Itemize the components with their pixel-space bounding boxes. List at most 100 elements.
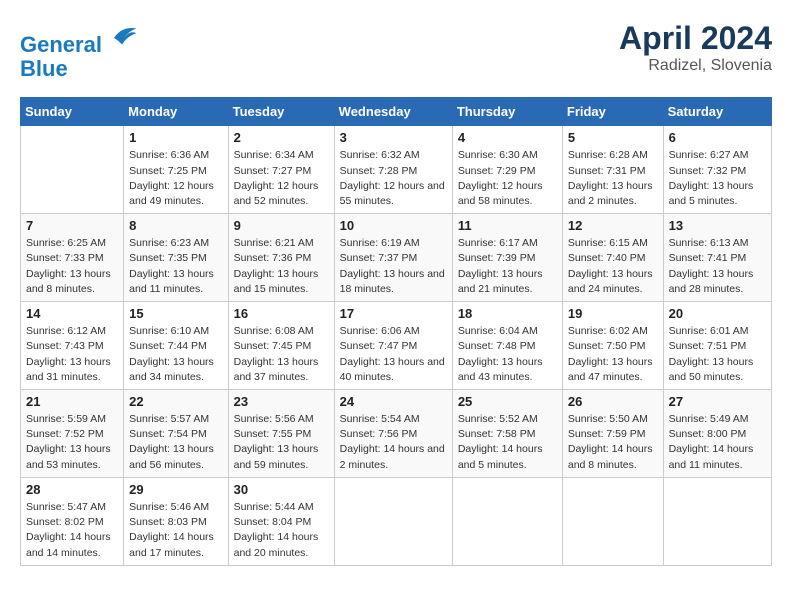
logo-bird-icon — [106, 20, 138, 52]
calendar-table: SundayMondayTuesdayWednesdayThursdayFrid… — [20, 97, 772, 565]
calendar-cell: 8Sunrise: 6:23 AMSunset: 7:35 PMDaylight… — [124, 214, 228, 302]
day-number: 6 — [669, 130, 766, 145]
day-number: 4 — [458, 130, 557, 145]
day-info: Sunrise: 6:13 AMSunset: 7:41 PMDaylight:… — [669, 236, 766, 297]
calendar-header-row: SundayMondayTuesdayWednesdayThursdayFrid… — [21, 98, 772, 126]
calendar-cell: 21 Sunrise: 5:59 AMSunset: 7:52 PMDayligh… — [21, 390, 124, 478]
day-info: Sunrise: 5:47 AMSunset: 8:02 PMDaylight:… — [26, 500, 118, 561]
day-number: 28 — [26, 482, 118, 497]
calendar-cell: 28 Sunrise: 5:47 AMSunset: 8:02 PMDayligh… — [21, 477, 124, 565]
calendar-cell: 7 Sunrise: 6:25 AMSunset: 7:33 PMDaylight… — [21, 214, 124, 302]
calendar-cell — [334, 477, 452, 565]
calendar-cell: 13 Sunrise: 6:13 AMSunset: 7:41 PMDayligh… — [663, 214, 771, 302]
day-number: 20 — [669, 306, 766, 321]
day-info: Sunrise: 6:12 AMSunset: 7:43 PMDaylight:… — [26, 324, 118, 385]
day-number: 15 — [129, 306, 222, 321]
day-info: Sunrise: 6:02 AMSunset: 7:50 PMDaylight:… — [568, 324, 658, 385]
calendar-week-row: 28 Sunrise: 5:47 AMSunset: 8:02 PMDayligh… — [21, 477, 772, 565]
day-info: Sunrise: 5:50 AMSunset: 7:59 PMDaylight:… — [568, 412, 658, 473]
day-info: Sunrise: 6:32 AMSunset: 7:28 PMDaylight:… — [340, 148, 447, 209]
day-info: Sunrise: 5:54 AMSunset: 7:56 PMDaylight:… — [340, 412, 447, 473]
calendar-cell: 20 Sunrise: 6:01 AMSunset: 7:51 PMDayligh… — [663, 302, 771, 390]
day-info: Sunrise: 6:19 AMSunset: 7:37 PMDaylight:… — [340, 236, 447, 297]
calendar-cell: 10 Sunrise: 6:19 AMSunset: 7:37 PMDayligh… — [334, 214, 452, 302]
calendar-cell: 3Sunrise: 6:32 AMSunset: 7:28 PMDaylight… — [334, 126, 452, 214]
logo: General Blue — [20, 20, 138, 81]
calendar-cell: 22Sunrise: 5:57 AMSunset: 7:54 PMDayligh… — [124, 390, 228, 478]
calendar-cell: 2 Sunrise: 6:34 AMSunset: 7:27 PMDaylight… — [228, 126, 334, 214]
day-info: Sunrise: 5:56 AMSunset: 7:55 PMDaylight:… — [234, 412, 329, 473]
day-info: Sunrise: 5:59 AMSunset: 7:52 PMDaylight:… — [26, 412, 118, 473]
day-number: 5 — [568, 130, 658, 145]
calendar-cell: 27 Sunrise: 5:49 AMSunset: 8:00 PMDayligh… — [663, 390, 771, 478]
calendar-cell: 19 Sunrise: 6:02 AMSunset: 7:50 PMDayligh… — [562, 302, 663, 390]
weekday-header: Thursday — [452, 98, 562, 126]
calendar-cell: 18Sunrise: 6:04 AMSunset: 7:48 PMDayligh… — [452, 302, 562, 390]
day-number: 10 — [340, 218, 447, 233]
weekday-header: Tuesday — [228, 98, 334, 126]
day-info: Sunrise: 5:49 AMSunset: 8:00 PMDaylight:… — [669, 412, 766, 473]
calendar-cell: 12 Sunrise: 6:15 AMSunset: 7:40 PMDayligh… — [562, 214, 663, 302]
day-info: Sunrise: 6:34 AMSunset: 7:27 PMDaylight:… — [234, 148, 329, 209]
day-number: 1 — [129, 130, 222, 145]
calendar-week-row: 14 Sunrise: 6:12 AMSunset: 7:43 PMDayligh… — [21, 302, 772, 390]
calendar-cell: 17Sunrise: 6:06 AMSunset: 7:47 PMDayligh… — [334, 302, 452, 390]
day-number: 29 — [129, 482, 222, 497]
day-number: 14 — [26, 306, 118, 321]
day-number: 11 — [458, 218, 557, 233]
weekday-header: Monday — [124, 98, 228, 126]
weekday-header: Sunday — [21, 98, 124, 126]
calendar-cell: 6 Sunrise: 6:27 AMSunset: 7:32 PMDaylight… — [663, 126, 771, 214]
calendar-cell — [663, 477, 771, 565]
calendar-cell: 16Sunrise: 6:08 AMSunset: 7:45 PMDayligh… — [228, 302, 334, 390]
day-info: Sunrise: 6:27 AMSunset: 7:32 PMDaylight:… — [669, 148, 766, 209]
calendar-cell: 11 Sunrise: 6:17 AMSunset: 7:39 PMDayligh… — [452, 214, 562, 302]
month-title: April 2024 — [619, 20, 772, 57]
calendar-cell — [562, 477, 663, 565]
calendar-week-row: 1 Sunrise: 6:36 AMSunset: 7:25 PMDaylight… — [21, 126, 772, 214]
day-number: 16 — [234, 306, 329, 321]
title-block: April 2024 Radizel, Slovenia — [619, 20, 772, 75]
weekday-header: Saturday — [663, 98, 771, 126]
calendar-cell: 1 Sunrise: 6:36 AMSunset: 7:25 PMDaylight… — [124, 126, 228, 214]
calendar-cell: 23 Sunrise: 5:56 AMSunset: 7:55 PMDayligh… — [228, 390, 334, 478]
calendar-cell: 25Sunrise: 5:52 AMSunset: 7:58 PMDayligh… — [452, 390, 562, 478]
day-info: Sunrise: 6:15 AMSunset: 7:40 PMDaylight:… — [568, 236, 658, 297]
weekday-header: Friday — [562, 98, 663, 126]
logo-line1: General — [20, 20, 138, 57]
day-number: 13 — [669, 218, 766, 233]
day-number: 27 — [669, 394, 766, 409]
calendar-cell: 4 Sunrise: 6:30 AMSunset: 7:29 PMDaylight… — [452, 126, 562, 214]
day-info: Sunrise: 5:44 AMSunset: 8:04 PMDaylight:… — [234, 500, 329, 561]
calendar-cell: 5 Sunrise: 6:28 AMSunset: 7:31 PMDaylight… — [562, 126, 663, 214]
day-number: 19 — [568, 306, 658, 321]
calendar-cell: 30 Sunrise: 5:44 AMSunset: 8:04 PMDayligh… — [228, 477, 334, 565]
page-header: General Blue April 2024 Radizel, Sloveni… — [20, 20, 772, 81]
calendar-cell — [21, 126, 124, 214]
day-number: 21 — [26, 394, 118, 409]
day-info: Sunrise: 5:57 AMSunset: 7:54 PMDaylight:… — [129, 412, 222, 473]
day-number: 30 — [234, 482, 329, 497]
day-number: 9 — [234, 218, 329, 233]
day-number: 2 — [234, 130, 329, 145]
calendar-week-row: 7 Sunrise: 6:25 AMSunset: 7:33 PMDaylight… — [21, 214, 772, 302]
location: Radizel, Slovenia — [619, 57, 772, 75]
day-info: Sunrise: 6:30 AMSunset: 7:29 PMDaylight:… — [458, 148, 557, 209]
logo-line2: Blue — [20, 57, 138, 81]
day-number: 23 — [234, 394, 329, 409]
day-number: 12 — [568, 218, 658, 233]
day-number: 26 — [568, 394, 658, 409]
day-info: Sunrise: 6:36 AMSunset: 7:25 PMDaylight:… — [129, 148, 222, 209]
day-info: Sunrise: 6:17 AMSunset: 7:39 PMDaylight:… — [458, 236, 557, 297]
calendar-week-row: 21 Sunrise: 5:59 AMSunset: 7:52 PMDayligh… — [21, 390, 772, 478]
calendar-cell: 24Sunrise: 5:54 AMSunset: 7:56 PMDayligh… — [334, 390, 452, 478]
day-number: 7 — [26, 218, 118, 233]
calendar-cell: 14 Sunrise: 6:12 AMSunset: 7:43 PMDayligh… — [21, 302, 124, 390]
calendar-cell: 29Sunrise: 5:46 AMSunset: 8:03 PMDayligh… — [124, 477, 228, 565]
day-number: 8 — [129, 218, 222, 233]
day-info: Sunrise: 5:52 AMSunset: 7:58 PMDaylight:… — [458, 412, 557, 473]
day-info: Sunrise: 6:25 AMSunset: 7:33 PMDaylight:… — [26, 236, 118, 297]
day-info: Sunrise: 6:28 AMSunset: 7:31 PMDaylight:… — [568, 148, 658, 209]
day-info: Sunrise: 6:01 AMSunset: 7:51 PMDaylight:… — [669, 324, 766, 385]
calendar-cell: 9Sunrise: 6:21 AMSunset: 7:36 PMDaylight… — [228, 214, 334, 302]
